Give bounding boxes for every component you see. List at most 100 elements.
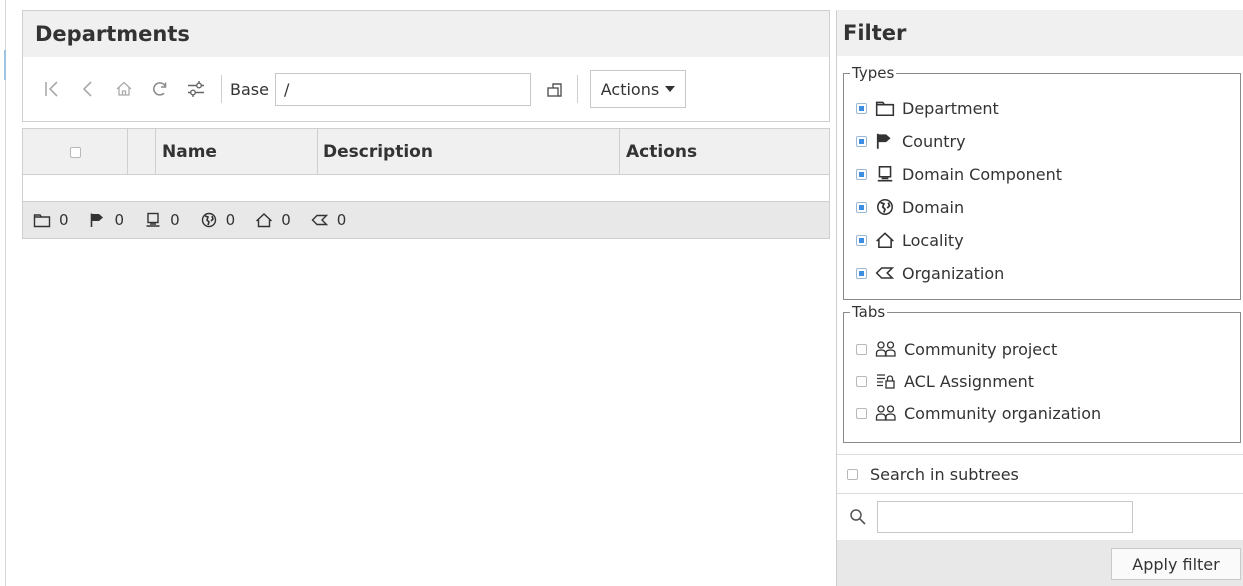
tab-community-organization-label: Community organization — [904, 403, 1102, 423]
type-domain-component-option[interactable]: Domain Component — [856, 164, 1062, 184]
select-base-button[interactable] — [537, 74, 573, 104]
select-base-icon — [547, 83, 562, 97]
type-organization-checkbox[interactable] — [856, 267, 867, 279]
filter-panel: Filter Types Department Country Domain C… — [836, 10, 1243, 586]
column-header-actions: Actions — [626, 142, 698, 162]
search-in-subtrees-label: Search in subtrees — [870, 464, 1019, 484]
type-department-option[interactable]: Department — [856, 98, 999, 118]
refresh-button[interactable] — [145, 74, 175, 104]
first-page-button[interactable] — [37, 74, 67, 104]
first-page-icon — [45, 81, 58, 97]
types-fieldset: Types Department Country Domain Componen… — [843, 64, 1241, 300]
tab-acl-assignment-option[interactable]: ACL Assignment — [856, 371, 1034, 391]
actions-dropdown-label: Actions — [600, 79, 660, 99]
tab-community-organization-checkbox[interactable] — [856, 407, 867, 419]
tabs-fieldset: Tabs Community project ACL Assignment Co… — [843, 303, 1241, 443]
type-domain-component-checkbox[interactable] — [856, 168, 867, 180]
actions-dropdown-button[interactable]: Actions — [589, 70, 686, 108]
tab-acl-assignment-checkbox[interactable] — [856, 375, 867, 387]
departments-panel: Departments Base Actions — [22, 10, 830, 122]
type-domain-label: Domain — [902, 197, 965, 217]
grid-empty-row — [23, 175, 829, 202]
count-country-value: 0 — [114, 211, 125, 229]
type-department-label: Department — [902, 98, 999, 118]
country-icon — [876, 133, 891, 149]
type-locality-label: Locality — [902, 230, 964, 250]
domain-component-icon — [146, 212, 160, 227]
count-locality: 0 — [255, 211, 291, 229]
grid-header: Name Description Actions — [23, 129, 829, 175]
locality-icon — [256, 213, 273, 228]
type-domain-component-label: Domain Component — [902, 164, 1063, 184]
grid-counts-footer: 0 0 0 0 0 0 — [23, 202, 829, 238]
left-edge-marker — [4, 50, 6, 80]
count-domain-component-value: 0 — [170, 211, 180, 229]
community-icon — [875, 405, 896, 421]
type-organization-label: Organization — [902, 263, 1005, 283]
count-organization: 0 — [311, 211, 347, 229]
back-icon — [82, 81, 92, 97]
home-button[interactable] — [109, 74, 139, 104]
icon-column — [128, 129, 156, 175]
locality-icon — [876, 232, 894, 248]
departments-title: Departments — [23, 11, 829, 57]
domain-component-icon — [877, 166, 893, 182]
domain-icon — [201, 212, 216, 228]
type-domain-checkbox[interactable] — [856, 201, 867, 213]
type-domain-option[interactable]: Domain — [856, 197, 964, 217]
settings-button[interactable] — [181, 74, 211, 104]
department-icon — [875, 101, 895, 116]
type-locality-option[interactable]: Locality — [856, 230, 964, 250]
column-header-description[interactable]: Description — [318, 129, 620, 175]
apply-bar: Apply filter — [837, 540, 1243, 586]
filter-title: Filter — [837, 10, 1243, 56]
departments-main: Departments Base Actions — [22, 10, 830, 586]
select-all-column — [23, 129, 128, 175]
acl-icon — [877, 374, 895, 389]
left-edge — [0, 0, 6, 586]
home-icon — [116, 81, 132, 96]
toolbar-separator-2 — [576, 75, 578, 103]
community-icon — [875, 341, 896, 357]
tab-community-project-label: Community project — [904, 339, 1058, 359]
back-button[interactable] — [73, 74, 103, 104]
type-country-checkbox[interactable] — [856, 135, 867, 147]
types-legend: Types — [850, 64, 897, 82]
count-department-value: 0 — [59, 211, 69, 229]
tabs-legend: Tabs — [850, 303, 888, 321]
count-country: 0 — [89, 211, 125, 229]
refresh-icon — [153, 82, 167, 96]
count-organization-value: 0 — [336, 211, 347, 229]
count-domain: 0 — [200, 211, 236, 229]
search-icon — [850, 508, 866, 525]
count-department: 0 — [33, 211, 69, 229]
settings-sliders-icon — [188, 81, 204, 97]
search-in-subtrees-option[interactable]: Search in subtrees — [837, 454, 1243, 494]
tab-community-organization-option[interactable]: Community organization — [856, 403, 1101, 423]
type-locality-checkbox[interactable] — [856, 234, 867, 246]
organization-icon — [311, 214, 328, 226]
departments-toolbar: Base Actions — [23, 57, 829, 121]
organization-icon — [875, 267, 895, 279]
base-input[interactable] — [274, 72, 531, 106]
caret-down-icon — [665, 86, 676, 92]
count-domain-value: 0 — [225, 211, 236, 229]
count-locality-value: 0 — [281, 211, 291, 229]
domain-icon — [877, 199, 893, 215]
column-header-name[interactable]: Name — [156, 129, 318, 175]
departments-grid: Name Description Actions 0 0 0 0 0 0 — [22, 128, 830, 239]
toolbar-separator — [221, 75, 222, 103]
type-department-checkbox[interactable] — [856, 102, 867, 114]
type-organization-option[interactable]: Organization — [856, 263, 1004, 283]
search-in-subtrees-checkbox[interactable] — [847, 468, 858, 480]
select-all-checkbox[interactable] — [69, 146, 81, 158]
filter-search-input[interactable] — [877, 500, 1133, 533]
tab-acl-assignment-label: ACL Assignment — [904, 371, 1035, 391]
department-icon — [33, 214, 51, 228]
tab-community-project-checkbox[interactable] — [856, 343, 867, 355]
type-country-option[interactable]: Country — [856, 131, 966, 151]
tab-community-project-option[interactable]: Community project — [856, 339, 1057, 359]
apply-filter-button[interactable]: Apply filter — [1111, 548, 1241, 580]
count-domain-component: 0 — [144, 211, 180, 229]
country-icon — [90, 213, 103, 227]
